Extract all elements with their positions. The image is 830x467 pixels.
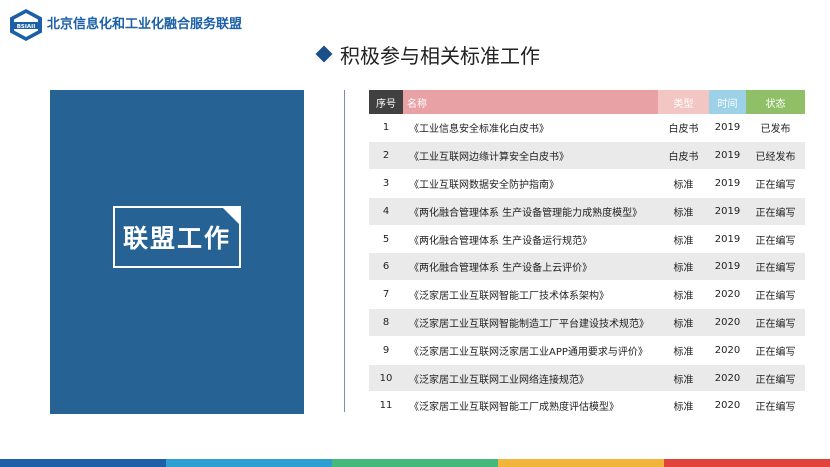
cell-type: 白皮书 (658, 114, 709, 143)
cell-status: 正在编写 (746, 364, 805, 393)
cell-name: 《工业互联网数据安全防护指南》 (403, 169, 658, 198)
table-row: 7 《泛家居工业互联网智能工厂技术体系架构》 标准 2020 正在编写 (369, 280, 805, 310)
cell-time: 2020 (709, 336, 746, 365)
cell-time: 2019 (709, 169, 746, 198)
header-name: 名称 (403, 90, 658, 114)
cell-no: 1 (369, 114, 403, 143)
page-title-wrap: 积极参与相关标准工作 (315, 40, 540, 68)
cell-no: 8 (369, 308, 403, 337)
cell-type: 标准 (658, 197, 709, 226)
cell-name: 《泛家居工业互联网泛家居工业APP通用要求与评价》 (403, 336, 658, 365)
cell-type: 标准 (658, 225, 709, 254)
logo-text: BSIAII (17, 24, 36, 30)
cell-status: 正在编写 (746, 169, 805, 198)
cell-name: 《泛家居工业互联网智能制造工厂平台建设技术规范》 (403, 308, 658, 337)
cell-name: 《两化融合管理体系 生产设备上云评价》 (403, 252, 658, 282)
cell-time: 2019 (709, 225, 746, 254)
cell-name: 《两化融合管理体系 生产设备运行规范》 (403, 225, 658, 254)
cell-no: 6 (369, 252, 403, 282)
standards-table: 序号 名称 类型 时间 状态 1 《工业信息安全标准化白皮书》 白皮书 2019… (369, 90, 805, 421)
cell-status: 正在编写 (746, 197, 805, 226)
table-row: 4 《两化融合管理体系 生产设备管理能力成熟度模型》 标准 2019 正在编写 (369, 197, 805, 226)
cell-type: 标准 (658, 252, 709, 282)
cell-status: 正在编写 (746, 336, 805, 365)
bottom-color-bar (0, 459, 830, 467)
cell-time: 2020 (709, 391, 746, 421)
cell-type: 标准 (658, 308, 709, 337)
badge-text: 联盟工作 (122, 224, 231, 253)
vertical-divider (344, 90, 345, 412)
cell-type: 标准 (658, 336, 709, 365)
table-row: 11 《泛家居工业互联网智能工厂成熟度评估模型》 标准 2020 正在编写 (369, 391, 805, 421)
cell-status: 正在编写 (746, 280, 805, 310)
cell-status: 已发布 (746, 114, 805, 143)
cell-type: 标准 (658, 364, 709, 393)
cell-name: 《泛家居工业互联网智能工厂成熟度评估模型》 (403, 391, 658, 421)
bsiaii-logo-icon: BSIAII (10, 9, 42, 41)
cell-status: 正在编写 (746, 225, 805, 254)
header-status: 状态 (746, 90, 805, 114)
cell-name: 《泛家居工业互联网智能工厂技术体系架构》 (403, 280, 658, 310)
cell-no: 3 (369, 169, 403, 198)
cell-no: 4 (369, 197, 403, 226)
cell-type: 标准 (658, 391, 709, 421)
cell-time: 2020 (709, 280, 746, 310)
cell-status: 已经发布 (746, 141, 805, 171)
header-type: 类型 (658, 90, 709, 114)
table-header-row: 序号 名称 类型 时间 状态 (369, 90, 805, 114)
cell-name: 《泛家居工业互联网工业网络连接规范》 (403, 364, 658, 393)
table-row: 3 《工业互联网数据安全防护指南》 标准 2019 正在编写 (369, 169, 805, 198)
cell-no: 7 (369, 280, 403, 310)
table-row: 2 《工业互联网边缘计算安全白皮书》 白皮书 2019 已经发布 (369, 141, 805, 171)
cell-time: 2019 (709, 114, 746, 143)
table-row: 8 《泛家居工业互联网智能制造工厂平台建设技术规范》 标准 2020 正在编写 (369, 308, 805, 337)
cell-time: 2019 (709, 252, 746, 282)
cell-no: 2 (369, 141, 403, 171)
cell-type: 标准 (658, 169, 709, 198)
bottom-bar-segment (664, 459, 830, 467)
page-title: 积极参与相关标准工作 (340, 43, 540, 68)
cell-no: 11 (369, 391, 403, 421)
table-row: 1 《工业信息安全标准化白皮书》 白皮书 2019 已发布 (369, 114, 805, 143)
cell-time: 2019 (709, 141, 746, 171)
table-row: 6 《两化融合管理体系 生产设备上云评价》 标准 2019 正在编写 (369, 252, 805, 282)
cell-status: 正在编写 (746, 252, 805, 282)
badge-corner-icon (221, 206, 241, 226)
cell-status: 正在编写 (746, 391, 805, 421)
table-row: 5 《两化融合管理体系 生产设备运行规范》 标准 2019 正在编写 (369, 225, 805, 254)
cell-name: 《工业信息安全标准化白皮书》 (403, 114, 658, 143)
bottom-bar-segment (0, 459, 166, 467)
org-name: 北京信息化和工业化融合服务联盟 (47, 17, 243, 32)
cell-status: 正在编写 (746, 308, 805, 337)
cell-no: 10 (369, 364, 403, 393)
blue-panel: 联盟工作 (50, 90, 304, 414)
header-no: 序号 (369, 90, 403, 114)
cell-no: 5 (369, 225, 403, 254)
bottom-bar-segment (166, 459, 332, 467)
cell-type: 标准 (658, 280, 709, 310)
header-time: 时间 (709, 90, 746, 114)
bottom-bar-segment (498, 459, 664, 467)
cell-no: 9 (369, 336, 403, 365)
cell-name: 《两化融合管理体系 生产设备管理能力成熟度模型》 (403, 197, 658, 226)
cell-time: 2019 (709, 197, 746, 226)
cell-time: 2020 (709, 308, 746, 337)
diamond-bullet-icon (315, 45, 333, 63)
bottom-bar-segment (332, 459, 498, 467)
alliance-work-badge: 联盟工作 (113, 206, 241, 268)
table-row: 10 《泛家居工业互联网工业网络连接规范》 标准 2020 正在编写 (369, 364, 805, 393)
cell-type: 白皮书 (658, 141, 709, 171)
table-row: 9 《泛家居工业互联网泛家居工业APP通用要求与评价》 标准 2020 正在编写 (369, 336, 805, 365)
cell-time: 2020 (709, 364, 746, 393)
cell-name: 《工业互联网边缘计算安全白皮书》 (403, 141, 658, 171)
